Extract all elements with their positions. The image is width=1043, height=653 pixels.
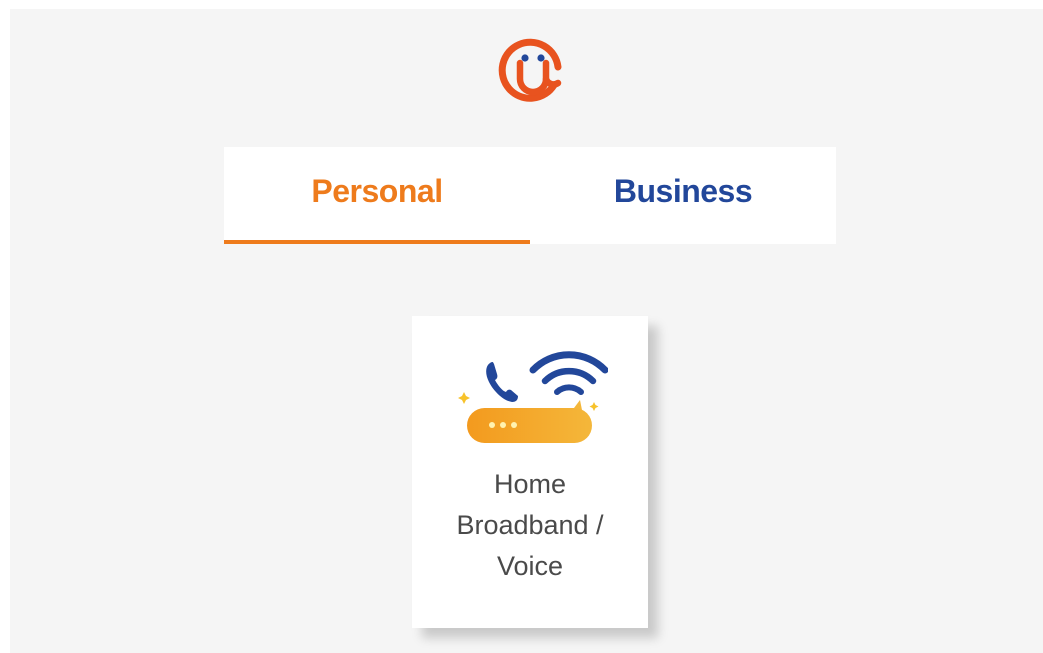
customer-type-tabs: Personal Business: [224, 147, 836, 244]
card-label-line: Voice: [496, 551, 564, 581]
tab-personal[interactable]: Personal: [224, 147, 530, 244]
card-label: Home Broadband / Voice: [412, 464, 648, 587]
logo-eye-icon: [537, 54, 545, 62]
logo-eye-icon: [521, 54, 529, 62]
phone-icon: [486, 362, 518, 402]
card-label-line: Broadband /: [456, 510, 604, 540]
sparkle-icon: [458, 392, 470, 404]
wifi-icon: [529, 351, 608, 395]
home-broadband-voice-card[interactable]: Home Broadband / Voice: [412, 316, 648, 628]
sparkle-icon: [589, 402, 599, 411]
broadband-voice-icon: [458, 351, 608, 443]
tab-business[interactable]: Business: [530, 147, 836, 244]
chat-bubble-icon: [467, 408, 592, 443]
card-label-line: Home: [493, 469, 567, 499]
tab-personal-label: Personal: [311, 173, 443, 209]
tab-business-label: Business: [613, 173, 753, 209]
brand-logo-icon[interactable]: [496, 37, 570, 109]
